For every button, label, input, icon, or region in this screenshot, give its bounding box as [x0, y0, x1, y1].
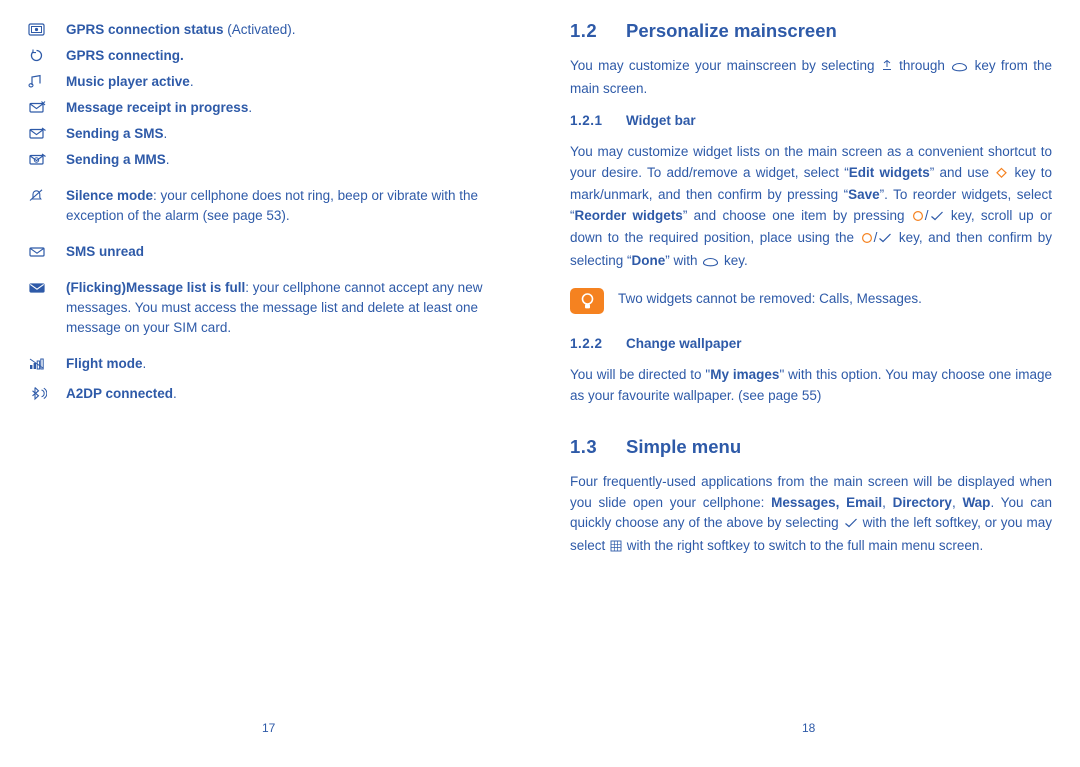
list-item-text: Music player active. [66, 74, 194, 89]
text-emphasis-directory: Directory [892, 494, 952, 510]
silence-mode-icon [28, 186, 60, 203]
right-column-content: 1.2 Personalize mainscreen You may custo… [570, 20, 1052, 572]
list-item: (Flicking)Message list is full: your cel… [28, 278, 515, 338]
paragraph-personalize-intro: You may customize your mainscreen by sel… [570, 56, 1052, 99]
section-title: Personalize mainscreen [626, 20, 837, 41]
flight-mode-icon [28, 354, 60, 371]
sending-mms-icon [28, 150, 60, 167]
list-item: Sending a MMS. [28, 150, 515, 170]
check-key-icon-2 [878, 230, 892, 251]
check-key-icon [930, 208, 944, 229]
sending-sms-icon [28, 124, 60, 141]
list-item-text: Sending a SMS. [66, 126, 168, 141]
text-fragment: , [951, 494, 963, 510]
left-page: GPRS connection status (Activated). GPRS… [0, 0, 540, 767]
text-emphasis-save: Save [848, 187, 880, 202]
softkey-icon-2 [702, 253, 719, 274]
list-item-text: GPRS connecting. [66, 48, 184, 63]
section-heading-1-2-1: 1.2.1 Widget bar [570, 113, 1052, 128]
list-item-text: Flight mode. [66, 356, 147, 371]
message-list-full-icon [28, 278, 60, 295]
paragraph-simple-menu: Four frequently-used applications from t… [570, 472, 1052, 558]
list-item: Silence mode: your cellphone does not ri… [28, 186, 515, 226]
status-icon-list: GPRS connection status (Activated). GPRS… [28, 20, 515, 412]
text-fragment: through [893, 58, 951, 73]
ok-key-icon [995, 165, 1008, 186]
bulb-glyph [570, 288, 604, 314]
subsection-title: Change wallpaper [626, 336, 742, 351]
note-text: Two widgets cannot be removed: Calls, Me… [618, 291, 922, 306]
text-fragment: key. [720, 252, 748, 268]
text-emphasis-my-images: My images [710, 367, 780, 382]
section-heading-1-2: 1.2 Personalize mainscreen [570, 20, 1052, 42]
list-item-text: Silence mode: your cellphone does not ri… [66, 188, 478, 223]
text-emphasis-edit-widgets: Edit widgets [848, 164, 930, 180]
text-fragment: , [882, 494, 893, 510]
text-emphasis-messages-email: Messages, Email [771, 494, 883, 510]
text-emphasis-reorder-widgets: Reorder widgets [574, 207, 683, 223]
paragraph-change-wallpaper: You will be directed to "My images" with… [570, 365, 1052, 406]
section-number: 1.2 [570, 20, 598, 41]
ok-key-icon-2 [912, 208, 924, 229]
check-key-icon-3 [844, 515, 858, 536]
message-receipt-in-progress-icon [28, 98, 60, 115]
text-emphasis-done: Done [631, 252, 666, 268]
note-box: Two widgets cannot be removed: Calls, Me… [570, 287, 1052, 314]
subsection-number: 1.2.2 [570, 336, 603, 351]
ok-key-icon-3 [861, 230, 873, 251]
music-player-active-icon [28, 72, 60, 89]
list-item: GPRS connecting. [28, 46, 515, 66]
text-fragment: ” and use [929, 164, 995, 180]
subsection-number: 1.2.1 [570, 113, 603, 128]
section-heading-1-2-2: 1.2.2 Change wallpaper [570, 336, 1052, 351]
page-number-right: 18 [802, 721, 816, 735]
right-page: 1.2 Personalize mainscreen You may custo… [540, 0, 1080, 767]
main-menu-grid-icon [610, 538, 622, 559]
text-emphasis-wap: Wap [962, 494, 991, 510]
paragraph-widget-bar: You may customize widget lists on the ma… [570, 142, 1052, 273]
list-item-text: Message receipt in progress. [66, 100, 253, 115]
section-title: Simple menu [626, 436, 742, 457]
text-fragment: with the right softkey to switch to the … [623, 537, 984, 553]
list-item: Message receipt in progress. [28, 98, 515, 118]
softkey-icon [951, 58, 968, 79]
list-item: GPRS connection status (Activated). [28, 20, 515, 40]
gprs-connection-status-icon [28, 20, 60, 37]
sms-unread-icon [28, 242, 60, 259]
a2dp-connected-icon [28, 384, 60, 401]
list-item-text: A2DP connected. [66, 386, 177, 401]
list-item-text: SMS unread [66, 244, 145, 259]
tip-bulb-icon [570, 288, 604, 314]
subsection-title: Widget bar [626, 113, 696, 128]
list-item: Music player active. [28, 72, 515, 92]
text-fragment: You will be directed to " [570, 367, 711, 382]
list-item-text: Sending a MMS. [66, 152, 170, 167]
text-fragment: ” and choose one item by pressing [682, 207, 911, 223]
section-number: 1.3 [570, 436, 598, 457]
list-item: Sending a SMS. [28, 124, 515, 144]
gprs-connecting-icon [28, 46, 60, 63]
list-item-text: GPRS connection status (Activated). [66, 22, 296, 37]
list-item: Flight mode. [28, 354, 515, 374]
section-heading-1-3: 1.3 Simple menu [570, 436, 1052, 458]
list-item: A2DP connected. [28, 384, 515, 404]
text-fragment: ” with [665, 252, 702, 268]
widget-key-icon [881, 58, 893, 79]
text-fragment: You may customize your mainscreen by sel… [570, 58, 880, 73]
page-number-left: 17 [262, 721, 276, 735]
list-item-text: (Flicking)Message list is full: your cel… [66, 280, 483, 335]
list-item: SMS unread [28, 242, 515, 262]
